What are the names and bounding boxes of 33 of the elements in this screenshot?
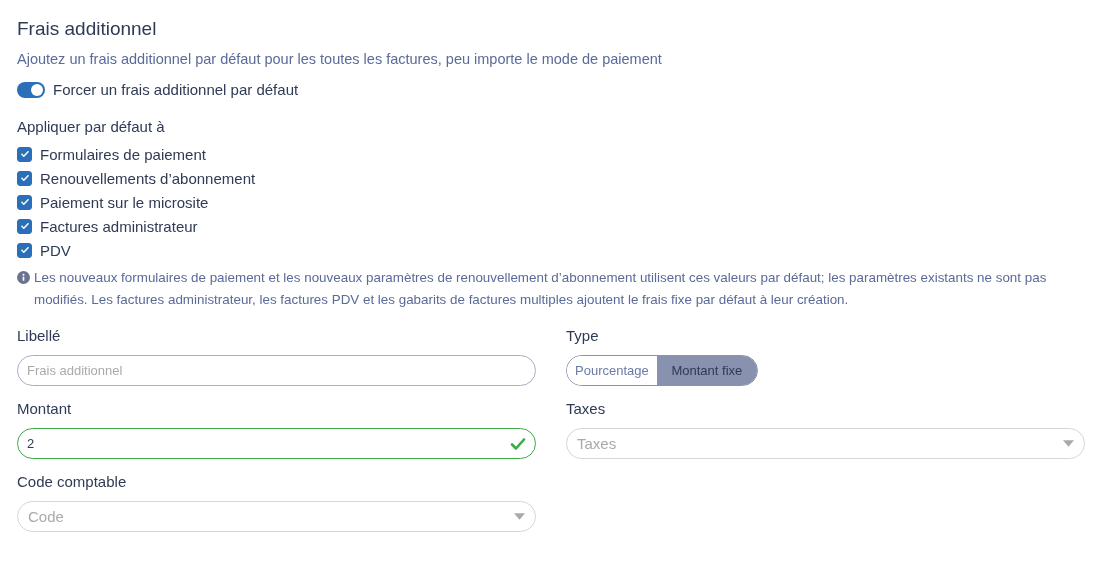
amount-input[interactable]: 2: [17, 428, 536, 459]
checkbox[interactable]: [17, 218, 32, 234]
checkbox-label: PDV: [40, 241, 71, 259]
type-option[interactable]: Montant fixe: [656, 356, 757, 385]
check-icon: [19, 221, 30, 231]
field-label: Libellé: [17, 327, 62, 344]
checkbox-label: Renouvellements d’abonnement: [40, 169, 256, 187]
check-icon: [19, 197, 30, 207]
check-icon: [19, 173, 30, 183]
caret-icon: [514, 513, 525, 520]
checkbox[interactable]: [17, 194, 32, 210]
field-label: Type: [566, 327, 600, 344]
section-description: Ajoutez un frais additionnel par défaut pour les toutes les factures, peu importe le mode de paiement: [17, 51, 663, 67]
info-note: Les nouveaux formulaires de paiement et les nouveaux paramètres de renouvellement d’abonnement utilisent ces valeurs par défaut; les paramètres existants ne sont pas modifiés. Les factures administrateur, les factures PDV et les gabarits de factures multiples ajoutent le frais fixe par défaut à leur création.: [34, 269, 1048, 309]
toggle-label: Forcer un frais additionnel par défaut: [53, 81, 299, 98]
field-label: Montant: [17, 400, 73, 417]
field-label: Code comptable: [17, 473, 128, 490]
info-icon: [17, 271, 30, 284]
apply-heading: Appliquer par défaut à: [17, 118, 166, 135]
caret-icon: [1063, 440, 1074, 447]
label-input[interactable]: Frais additionnel: [17, 355, 536, 386]
toggle-switch[interactable]: [17, 81, 45, 98]
checkbox[interactable]: [17, 242, 32, 258]
checkbox-label: Paiement sur le microsite: [40, 193, 209, 211]
check-icon: [19, 245, 30, 255]
section-title: Frais additionnel: [17, 18, 158, 40]
checkbox-label: Factures administrateur: [40, 217, 198, 235]
field-label: Taxes: [566, 400, 607, 417]
checkbox-label: Formulaires de paiement: [40, 145, 206, 163]
checkbox[interactable]: [17, 170, 32, 186]
check-icon: [19, 149, 30, 159]
check-icon: [510, 436, 526, 452]
checkbox[interactable]: [17, 146, 32, 162]
